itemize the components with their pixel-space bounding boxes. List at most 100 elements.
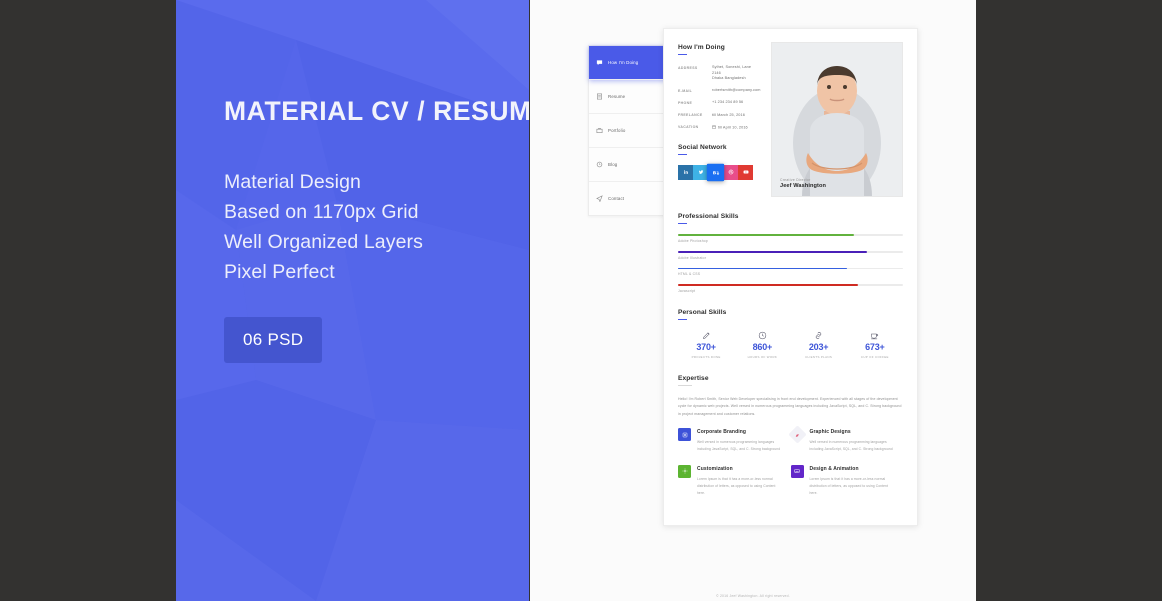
contact-row-phone: PHONE +1 234 234 89 56 <box>678 100 761 106</box>
skill-item: HTML & CSS <box>678 267 903 277</box>
dribbble-icon[interactable] <box>723 164 738 180</box>
comment-icon <box>596 161 603 168</box>
contact-value-line: Sylhet, Soneshi, Lane 2146 <box>712 65 752 75</box>
promo-feature: Well Organized Layers <box>224 231 423 253</box>
contact-row-address: ADDRESS Sylhet, Soneshi, Lane 2146 Dhaka… <box>678 65 761 82</box>
contact-row-vacation: VACATION till April 10, 2016 <box>678 125 761 131</box>
contact-info-block: How I'm Doing ADDRESS Sylhet, Soneshi, L… <box>678 42 761 197</box>
mock-sidebar-nav: How I'm Doing Resume Portfolio Blog Cont… <box>588 45 671 216</box>
sidebar-item-blog[interactable]: Blog <box>589 148 671 182</box>
contact-value: till April 10, 2016 <box>712 125 748 131</box>
expertise-text: Lorem Ipsum is that it has a more-or-les… <box>697 476 776 495</box>
twitter-icon[interactable] <box>693 164 708 180</box>
sidebar-item-label: Contact <box>608 196 625 201</box>
counter-cup-of-coffee: 673+ CUP OF COFFEE <box>847 330 903 359</box>
image-icon <box>790 464 804 478</box>
sidebar-item-portfolio[interactable]: Portfolio <box>589 114 671 148</box>
section-underline <box>678 318 687 321</box>
promo-panel: MATERIAL CV / RESUME Material Design Bas… <box>176 0 529 601</box>
document-icon <box>597 93 602 100</box>
section-underline <box>678 223 687 225</box>
card-header: How I'm Doing ADDRESS Sylhet, Soneshi, L… <box>678 42 903 197</box>
section-title-personal-skills: Personal Skills <box>678 308 727 316</box>
expertise-item-graphic-designs: Graphic Designs Well versed in numerous … <box>787 425 904 453</box>
expertise-title: Customization <box>697 465 733 472</box>
counter-label: HOURS OF WORK <box>747 354 778 359</box>
sidebar-item-label: Resume <box>608 94 626 99</box>
resume-preview-panel: How I'm Doing Resume Portfolio Blog Cont… <box>530 0 976 601</box>
portrait-role: Creative Director <box>780 178 811 182</box>
contact-key: FREELANCE <box>678 113 703 118</box>
sidebar-item-label: How I'm Doing <box>608 60 639 65</box>
expertise-text: Well versed in numerous programming lang… <box>697 440 781 451</box>
portrait-caption: Creative Director Jeef Washington <box>780 178 826 189</box>
skill-bar-fill <box>678 267 847 270</box>
counter-value: 203+ <box>808 342 829 353</box>
pen-nib-icon <box>787 425 807 444</box>
contact-row-email: E-MAIL robertsmith@company.com <box>678 88 761 94</box>
counter-label: PROJECTS DONE <box>691 354 721 359</box>
promo-title: MATERIAL CV / RESUME <box>224 96 529 126</box>
counter-label: CUP OF COFFEE <box>860 354 889 359</box>
skill-item: Adobe Illustrator <box>678 250 903 260</box>
section-title-social-network: Social Network <box>678 143 727 151</box>
preview-footer: © 2016 Jeef Washington. All right reserv… <box>716 594 790 598</box>
expertise-text: Well versed in numerous programming lang… <box>809 440 893 451</box>
skill-item: Javascript <box>678 284 903 293</box>
pen-icon <box>678 330 734 341</box>
calendar-icon <box>712 125 716 129</box>
contact-value: till March 25, 2016 <box>712 112 745 117</box>
expertise-item-customization: Customization Lorem Ipsum is that it has… <box>678 464 791 497</box>
skill-bar-track <box>678 234 903 236</box>
send-icon <box>596 195 603 202</box>
skill-bar-track <box>678 250 903 253</box>
youtube-icon[interactable] <box>738 164 753 180</box>
contact-value: Sylhet, Soneshi, Lane 2146 Dhaka Banglad… <box>712 65 761 82</box>
skill-bar-fill <box>678 284 858 286</box>
sidebar-item-contact[interactable]: Contact <box>589 182 671 215</box>
linkedin-icon[interactable] <box>678 164 693 180</box>
sidebar-item-label: Portfolio <box>608 128 626 133</box>
behance-icon[interactable] <box>706 163 725 182</box>
screenshot-stage: MATERIAL CV / RESUME Material Design Bas… <box>0 0 1162 601</box>
expertise-grid: Corporate Branding Well versed in numero… <box>678 425 904 509</box>
expertise-item-corporate-branding: Corporate Branding Well versed in numero… <box>678 428 791 453</box>
personal-skills-section: Personal Skills 370+ PROJECTS DONE 860+ … <box>678 309 903 359</box>
skill-label: Adobe Illustrator <box>678 255 707 260</box>
resume-card: How I'm Doing ADDRESS Sylhet, Soneshi, L… <box>663 28 918 526</box>
coffee-icon <box>847 330 903 341</box>
skill-bar-track <box>678 267 903 270</box>
sidebar-item-label: Blog <box>608 162 618 167</box>
psd-count-badge: 06 PSD <box>224 317 323 363</box>
section-title-how-im-doing: How I'm Doing <box>678 44 725 51</box>
expertise-title: Corporate Branding <box>697 429 747 436</box>
section-underline <box>678 153 687 155</box>
section-title-professional-skills: Professional Skills <box>678 213 739 220</box>
chat-icon <box>596 60 603 66</box>
promo-feature: Based on 1170px Grid <box>224 201 419 223</box>
portrait-photo: Creative Director Jeef Washington <box>771 42 903 197</box>
contact-key: E-MAIL <box>678 88 693 93</box>
counter-row: 370+ PROJECTS DONE 860+ HOURS OF WORK 20… <box>678 330 903 359</box>
contact-key: PHONE <box>678 100 693 105</box>
expertise-item-design-animation: Design & Animation Lorem Ipsum is that i… <box>790 464 904 497</box>
sidebar-item-resume[interactable]: Resume <box>589 80 671 114</box>
skill-label: Javascript <box>678 288 696 293</box>
branding-icon <box>678 428 691 442</box>
section-underline <box>678 384 692 387</box>
section-underline <box>678 54 687 56</box>
skill-label: HTML & CSS <box>678 272 701 277</box>
portrait-name: Jeef Washington <box>780 183 827 189</box>
briefcase-icon <box>596 128 603 133</box>
clock-icon <box>734 330 790 341</box>
expertise-intro: Hello! I'm Robert Smith, Senior Web Deve… <box>678 397 902 416</box>
contact-value: +1 234 234 89 56 <box>712 100 744 105</box>
sidebar-item-how-im-doing[interactable]: How I'm Doing <box>589 46 671 80</box>
counter-hours-of-work: 860+ HOURS OF WORK <box>734 330 790 359</box>
expertise-section: Expertise Hello! I'm Robert Smith, Senio… <box>678 375 903 525</box>
counter-projects-done: 370+ PROJECTS DONE <box>678 330 734 359</box>
skill-label: Adobe Photoshop <box>678 238 708 243</box>
contact-key: VACATION <box>678 125 699 130</box>
promo-feature: Material Design <box>224 171 361 193</box>
expertise-title: Design & Animation <box>809 465 859 472</box>
